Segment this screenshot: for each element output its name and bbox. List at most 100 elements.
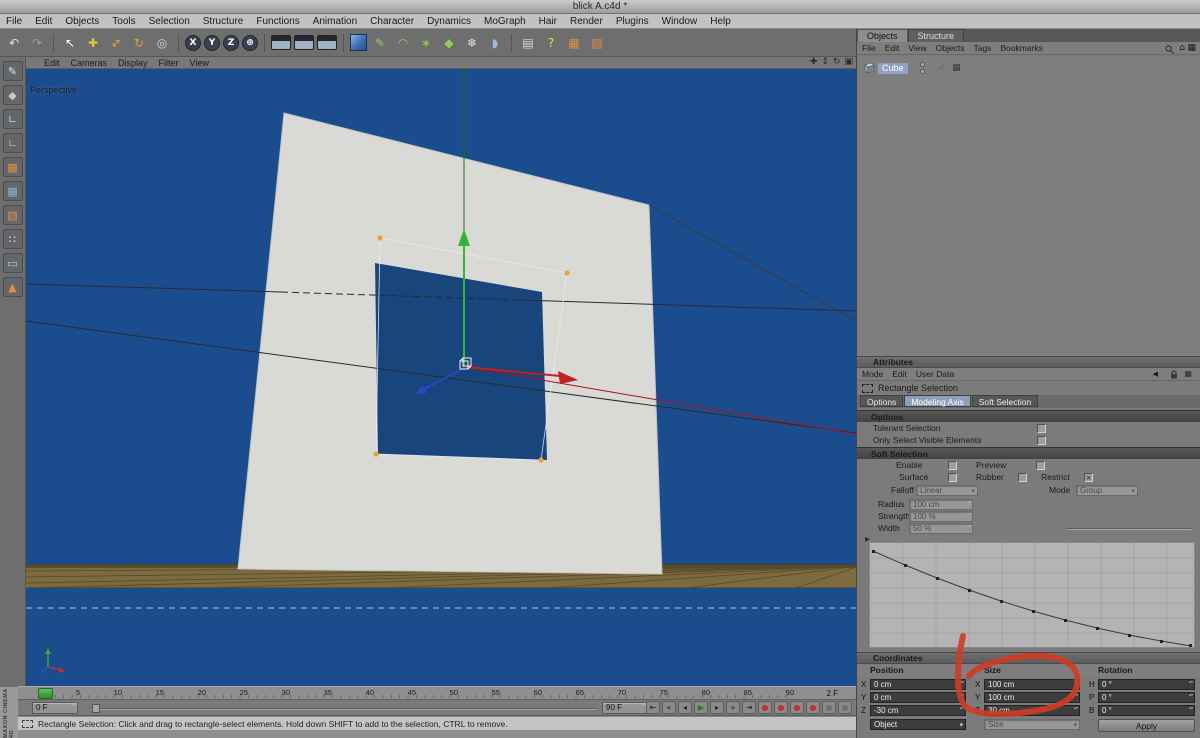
mode-dropdown[interactable]: Group ▾ [1076,485,1138,496]
size-z-field[interactable]: 30 cm ▴▾ [984,705,1080,716]
rot-p-field[interactable]: 0 ° ▴▾ [1098,692,1195,703]
move-tool-icon[interactable]: ✚ [83,33,103,53]
transport-bar[interactable]: 0 F ▴▾ 90 F ▴▾ ⇤ «◂ ▶ ▸» ⇥ ● ● ● ● ● ● [18,700,856,716]
viewport-menu-item[interactable]: Filter [159,58,179,68]
record-rotation-button[interactable]: ● [806,701,820,714]
size-mode-dropdown[interactable]: Size ▾ [984,719,1080,730]
render-visibility-dot[interactable] [919,69,925,74]
om-menu-item[interactable]: Tags [973,43,991,53]
lock-y-axis-icon[interactable]: Y [204,34,220,51]
rot-h-field[interactable]: 0 ° ▴▾ [1098,679,1195,690]
enable-checkbox[interactable] [948,461,957,470]
window-titlebar[interactable]: blick A.c4d * [0,0,1200,14]
selection-handle[interactable] [564,270,570,276]
timeline-ruler[interactable]: 051015202530354045505560657075808590 2 F [18,686,856,700]
menu-item[interactable]: Selection [149,16,190,27]
rubber-checkbox[interactable] [1018,473,1027,482]
polygons-mode-icon[interactable]: ▧ [2,205,23,225]
menu-item[interactable]: Hair [539,16,557,27]
stepper-icon[interactable]: ▴▾ [71,702,77,708]
apply-button[interactable]: Apply [1098,719,1195,732]
surface-checkbox[interactable] [948,473,957,482]
pos-y-field[interactable]: 0 cm ▴▾ [870,692,966,703]
om-menu-item[interactable]: View [908,43,926,53]
object-axis-mode-icon[interactable]: ∟ [2,133,23,153]
filter-icon[interactable]: ▦ [1187,43,1196,53]
add-particles-icon[interactable]: ❄ [462,33,482,53]
stepper-icon[interactable]: ▴▾ [966,523,972,529]
pos-x-field[interactable]: 0 cm ▴▾ [870,679,966,690]
viewport-menu-item[interactable]: Display [118,58,148,68]
enabled-check-icon[interactable]: ✓ [939,63,947,73]
menu-item[interactable]: File [6,16,22,27]
only-visible-checkbox[interactable] [1037,436,1046,445]
select-edges-icon[interactable]: ▭ [2,253,23,273]
maximize-view-icon[interactable]: ▣ [844,57,853,67]
main-toolbar[interactable]: ↶ ↷ ↖ ✚ ↔ ↻ ◎ X Y Z ⊕ ✎ ◠ ∗ ◆ ❄ ◗ ▤? ▦ ▧ [0,29,856,57]
add-spline-icon[interactable]: ✎ [370,33,390,53]
viewport-view-controls[interactable]: ✚ ⇕ ↻ ▣ [810,57,853,67]
tree-item-cube[interactable]: Cube ✓ ▦ [862,62,1200,74]
render-region-icon[interactable] [294,35,314,50]
record-scale-button[interactable]: ● [790,701,804,714]
history-back-icon[interactable]: ◀ [1153,370,1158,378]
menu-item[interactable]: Animation [313,16,357,27]
strength-field[interactable]: 100 % ▴▾ [909,511,973,522]
make-editable-icon[interactable]: ✎ [2,61,23,81]
rot-b-field[interactable]: 0 ° ▴▾ [1098,705,1195,716]
object-manager-tabs[interactable]: Objects Structure [857,29,1200,42]
panel-options-icon[interactable]: ▦ [1184,369,1192,378]
snap-settings-icon[interactable]: ▤ [518,33,538,53]
attr-menu-item[interactable]: Mode [862,369,883,379]
frame-slider[interactable] [90,708,596,710]
lock-x-axis-icon[interactable]: X [185,34,201,51]
record-position-button[interactable]: ● [774,701,788,714]
tab-objects[interactable]: Objects [857,29,908,42]
om-menu-item[interactable]: File [862,43,876,53]
add-primitive-cube-icon[interactable] [350,34,367,51]
select-points-icon[interactable]: ∷ [2,229,23,249]
live-selection-tool-icon[interactable]: ↖ [60,33,80,53]
record-pla-button[interactable]: ● [838,701,852,714]
goto-start-button[interactable]: ⇤ [646,701,660,714]
stepper-icon[interactable]: ▴▾ [1073,692,1079,698]
menu-item[interactable]: Dynamics [427,16,471,27]
menu-item[interactable]: Tools [112,16,135,27]
viewport-menu-bar[interactable]: Edit Cameras Display Filter View [26,57,856,69]
stepper-icon[interactable]: ▴▾ [1073,679,1079,685]
om-menu-item[interactable]: Objects [936,43,965,53]
menu-item[interactable]: Window [662,16,698,27]
menu-item[interactable]: Functions [256,16,299,27]
object-name[interactable]: Cube [878,62,908,74]
falloff-dropdown[interactable]: Linear ▾ [916,485,978,496]
stepper-icon[interactable]: ▴▾ [1188,692,1194,698]
attr-menu-item[interactable]: Edit [892,369,907,379]
transport-buttons[interactable]: ⇤ «◂ ▶ ▸» ⇥ ● ● ● ● ● ● [646,701,852,714]
edges-mode-icon[interactable]: ▦ [2,181,23,201]
object-mode-dropdown[interactable]: Object ▾ [870,719,966,730]
display-mode-icon[interactable]: ▦ [564,33,584,53]
menu-item[interactable]: Render [570,16,603,27]
attributes-menu[interactable]: Mode Edit User Data [857,368,1200,381]
om-menu-item[interactable]: Bookmarks [1000,43,1043,53]
add-modeling-object-icon[interactable]: ∗ [416,33,436,53]
preview-checkbox[interactable] [1036,461,1045,470]
menu-item[interactable]: Character [370,16,414,27]
next-key-button[interactable]: » [726,701,740,714]
menu-item[interactable]: MoGraph [484,16,526,27]
add-scene-object-icon[interactable]: ◗ [485,33,505,53]
width-field[interactable]: 50 % ▴▾ [909,523,973,534]
radius-field[interactable]: 100 cm ▴▾ [909,499,973,510]
coordinate-system-icon[interactable]: ⊕ [242,34,258,51]
menu-item[interactable]: Help [710,16,731,27]
select-polygons-icon[interactable]: ▲ [2,277,23,297]
home-icon[interactable]: ⌂ [1179,43,1185,53]
lock-icon[interactable] [1170,370,1178,379]
viewport-menu-item[interactable]: View [190,58,209,68]
points-mode-icon[interactable]: ▦ [2,157,23,177]
stepper-icon[interactable]: ▴▾ [1188,679,1194,685]
menu-item[interactable]: Edit [35,16,52,27]
help-icon[interactable]: ? [541,33,561,53]
tab-soft-selection[interactable]: Soft Selection [971,395,1039,407]
play-forward-button[interactable]: ▶ [694,701,708,714]
